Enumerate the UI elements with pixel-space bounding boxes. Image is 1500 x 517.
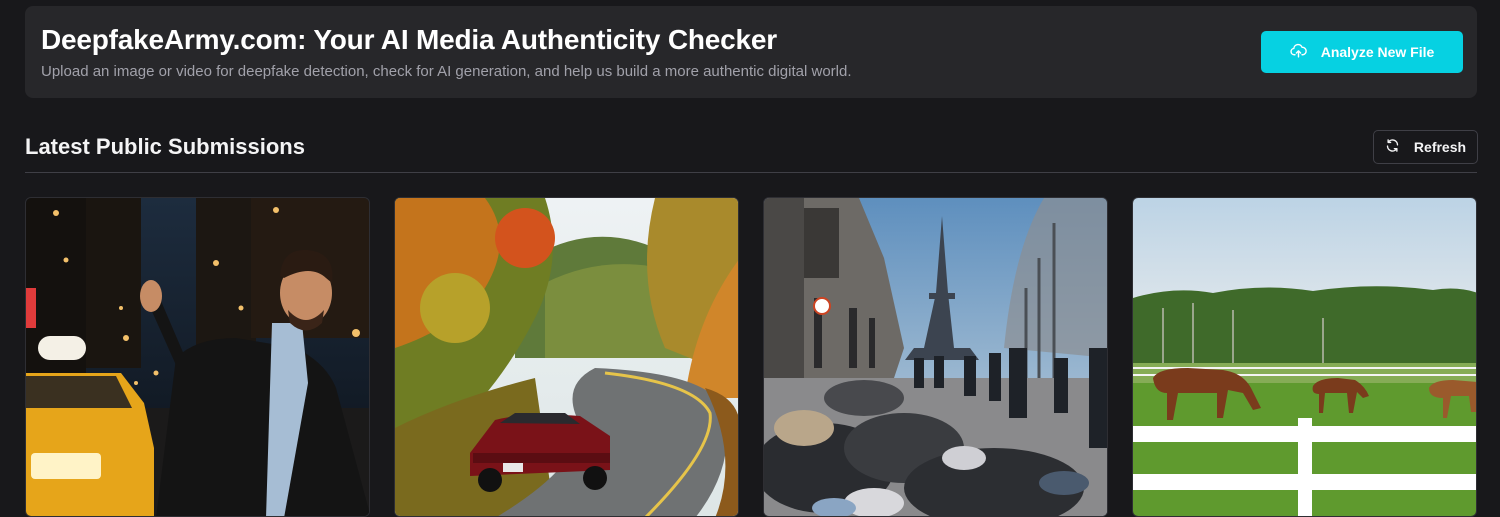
submission-card[interactable] (1132, 197, 1477, 517)
submission-thumbnail-horses (1133, 198, 1476, 516)
submission-card[interactable] (25, 197, 370, 517)
submission-thumbnail-autumn-road (395, 198, 738, 516)
refresh-icon (1385, 138, 1400, 156)
refresh-button-label: Refresh (1413, 139, 1467, 155)
analyze-button-label: Analyze New File (1320, 44, 1435, 60)
analyze-new-file-button[interactable]: Analyze New File (1261, 31, 1463, 73)
refresh-button[interactable]: Refresh (1373, 130, 1478, 164)
submission-thumbnail-taxi (26, 198, 369, 516)
page-title: DeepfakeArmy.com: Your AI Media Authenti… (41, 24, 777, 55)
section-divider (25, 172, 1477, 173)
hero-banner: DeepfakeArmy.com: Your AI Media Authenti… (25, 6, 1477, 98)
submission-card[interactable] (394, 197, 739, 517)
submission-thumbnail-paris-trash (764, 198, 1107, 516)
cloud-upload-icon (1290, 43, 1307, 61)
submission-card[interactable] (763, 197, 1108, 517)
page-subtitle: Upload an image or video for deepfake de… (41, 63, 852, 80)
section-title: Latest Public Submissions (25, 134, 305, 159)
